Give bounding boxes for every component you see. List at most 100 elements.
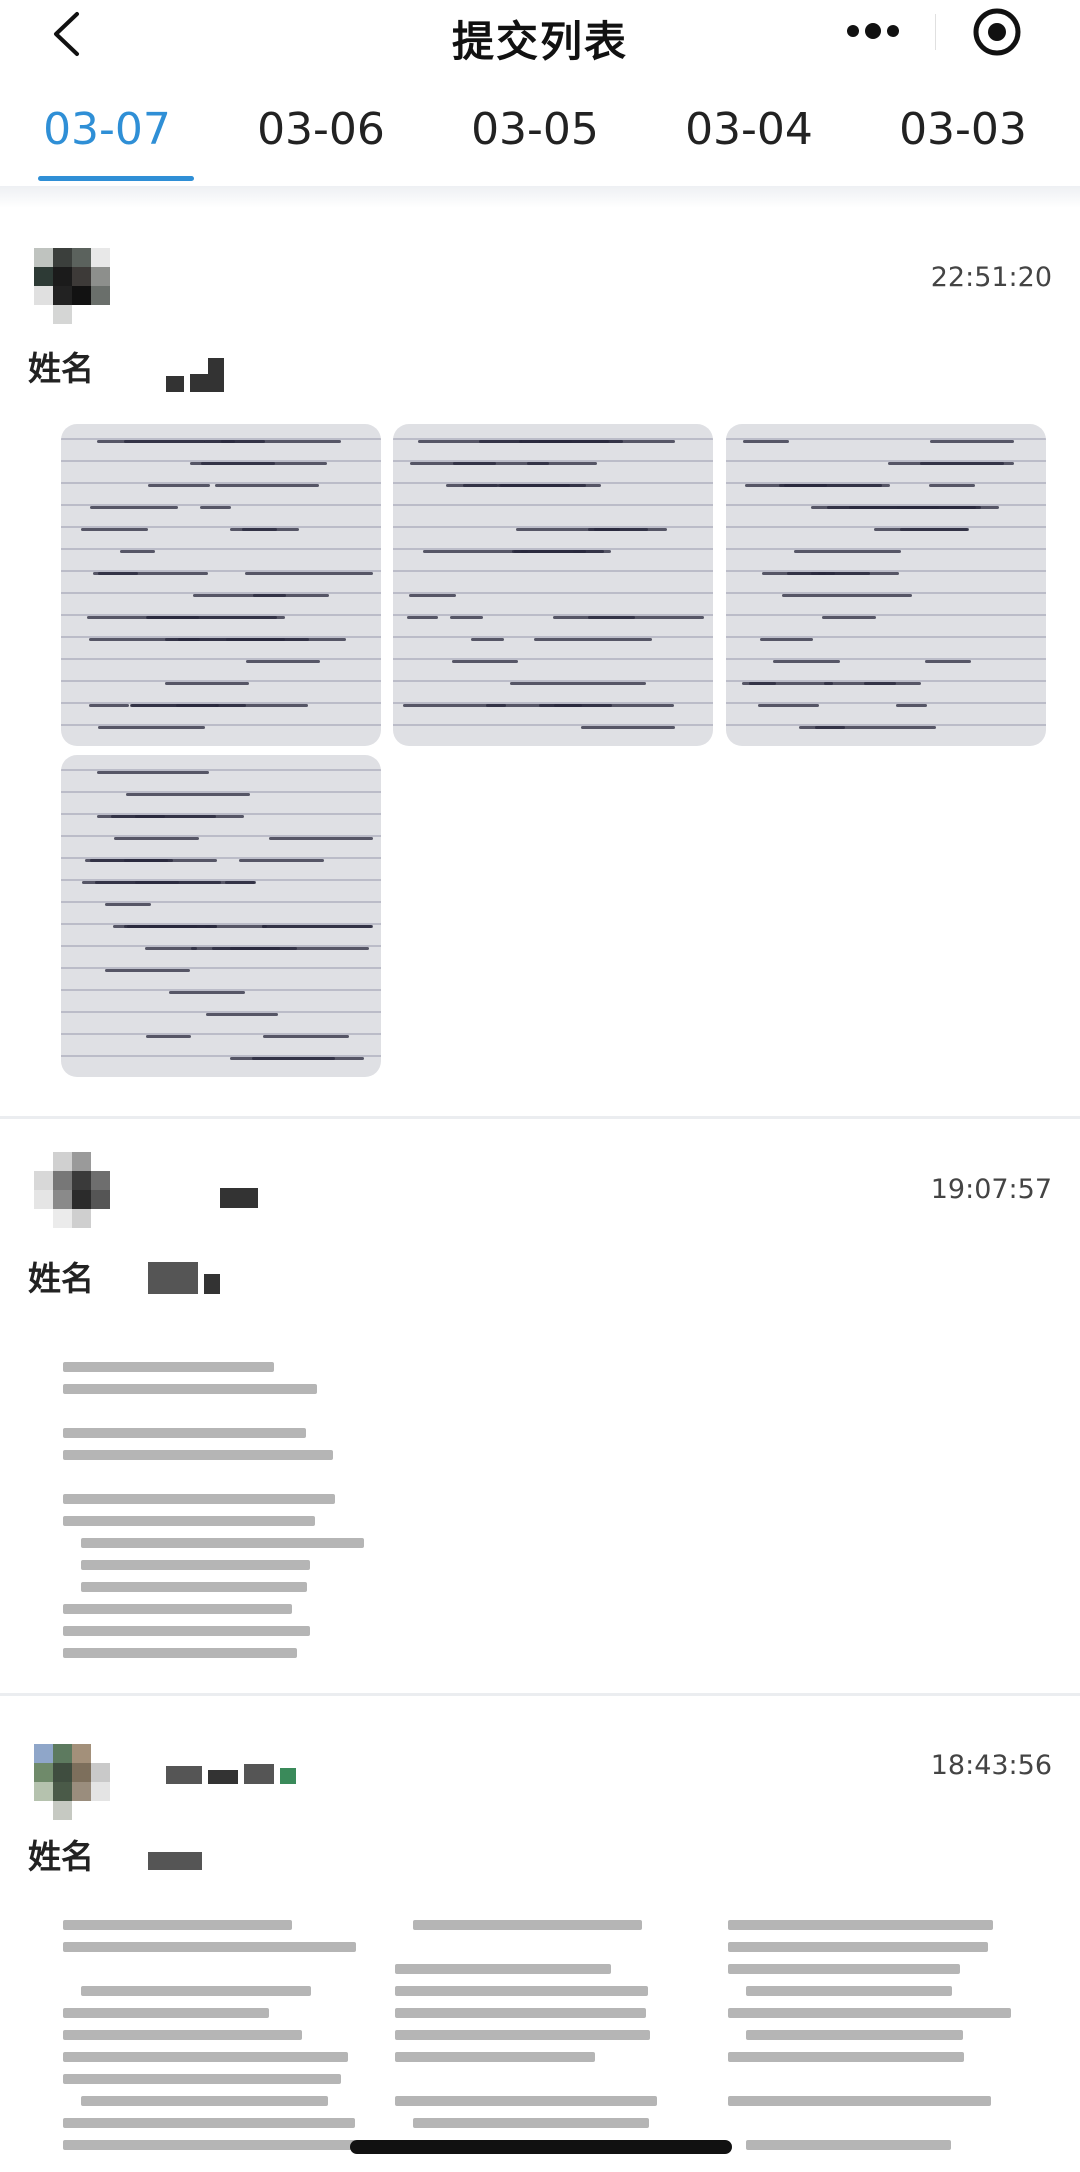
blurred-text-line [395,2008,647,2018]
top-bar: 提交列表 [0,0,1080,72]
handwriting-stroke [931,506,999,509]
handwriting-stroke [533,638,653,641]
blurred-text-line [728,1964,960,1974]
handwriting-stroke [191,947,280,950]
handwriting-stroke [452,660,519,663]
blurred-text-line [63,1428,307,1438]
attachment-thumbnail[interactable] [61,1350,381,1668]
handwriting-stroke [92,572,209,575]
handwriting-stroke [900,528,968,531]
notebook-rule-line [393,570,713,572]
blurred-text-line [63,1626,311,1636]
handwriting-stroke [449,616,483,619]
handwriting-stroke [97,726,206,729]
tab-03-03[interactable]: 03-03 [856,96,1070,186]
handwriting-stroke [126,793,250,796]
blurred-text-line [81,1538,365,1548]
blurred-text-line [413,1920,642,1930]
submission-time: 18:43:56 [930,1750,1052,1781]
handwriting-stroke [146,1035,192,1038]
notebook-rule-line [61,548,381,550]
close-button[interactable] [936,0,1059,64]
attachment-thumbnail[interactable] [393,424,713,746]
tab-03-05[interactable]: 03-05 [428,96,642,186]
blurred-text-line [81,1582,308,1592]
handwriting-stroke [104,903,152,906]
handwriting-stroke [131,704,219,707]
handwriting-stroke [220,440,265,443]
handwriting-stroke [246,660,320,663]
blurred-text-line [395,2052,595,2062]
handwriting-stroke [81,528,148,531]
handwriting-stroke [588,616,705,619]
attachment-thumbnail[interactable] [61,1908,381,2172]
blurred-text-line [63,2008,269,2018]
handwriting-stroke [263,1035,349,1038]
blurred-text-line [63,1648,298,1658]
avatar [34,1152,110,1228]
target-circle-icon [973,8,1021,56]
handwriting-stroke [486,704,613,707]
name-label: 姓名 [28,1259,94,1298]
tabs-divider [0,186,1080,208]
handwriting-stroke [773,660,841,663]
redacted-name [148,1852,202,1870]
handwriting-stroke [123,440,235,443]
handwriting-stroke [741,682,777,685]
handwriting-stroke [864,682,922,685]
more-button[interactable] [812,0,935,64]
handwriting-stroke [200,506,232,509]
home-indicator [350,2140,732,2154]
handwriting-stroke [810,572,899,575]
handwriting-stroke [113,837,199,840]
blurred-text-line [63,1362,274,1372]
attachment-thumbnail[interactable] [726,1908,1046,2172]
handwriting-stroke [215,484,320,487]
blurred-text-line [728,2008,1012,2018]
blurred-text-line [63,2140,357,2150]
handwriting-stroke [409,594,456,597]
attachment-thumbnail[interactable] [61,755,381,1077]
blurred-text-line [63,1494,335,1504]
blurred-text-line [728,1920,993,1930]
tab-03-04[interactable]: 03-04 [642,96,856,186]
handwriting-stroke [418,440,522,443]
blurred-text-line [63,2030,303,2040]
notebook-rule-line [393,658,713,660]
blurred-text-line [81,2096,329,2106]
blurred-text-line [728,2052,965,2062]
handwriting-stroke [148,484,211,487]
attachment-thumbnail[interactable] [393,1908,713,2172]
handwriting-stroke [268,837,373,840]
blurred-text-line [395,2096,658,2106]
more-dots-icon [847,23,900,39]
handwriting-stroke [798,726,937,729]
tab-03-07[interactable]: 03-07 [0,96,214,186]
handwriting-stroke [580,726,676,729]
handwriting-stroke [238,859,325,862]
handwriting-stroke [145,947,197,950]
handwriting-stroke [888,462,1005,465]
avatar [34,1744,110,1820]
blurred-text-line [746,2140,951,2150]
handwriting-stroke [245,572,373,575]
blurred-text-line [63,1384,317,1394]
handwriting-stroke [146,616,286,619]
blurred-text-line [395,1986,649,1996]
tab-03-06[interactable]: 03-06 [214,96,428,186]
blurred-text-line [728,1942,989,1952]
blurred-text-line [63,1942,356,1952]
name-label: 姓名 [28,1837,94,1876]
attachment-thumbnail[interactable] [726,424,1046,746]
name-label: 姓名 [28,349,94,388]
handwriting-stroke [423,550,529,553]
handwriting-stroke [470,638,504,641]
submission-time: 19:07:57 [930,1174,1052,1205]
blurred-text-line [746,1986,952,1996]
avatar [34,248,110,324]
notebook-rule-line [61,658,381,660]
redacted-name [148,1262,220,1294]
attachment-thumbnail[interactable] [61,424,381,746]
redacted-name [220,1188,258,1208]
handwriting-stroke [924,660,971,663]
